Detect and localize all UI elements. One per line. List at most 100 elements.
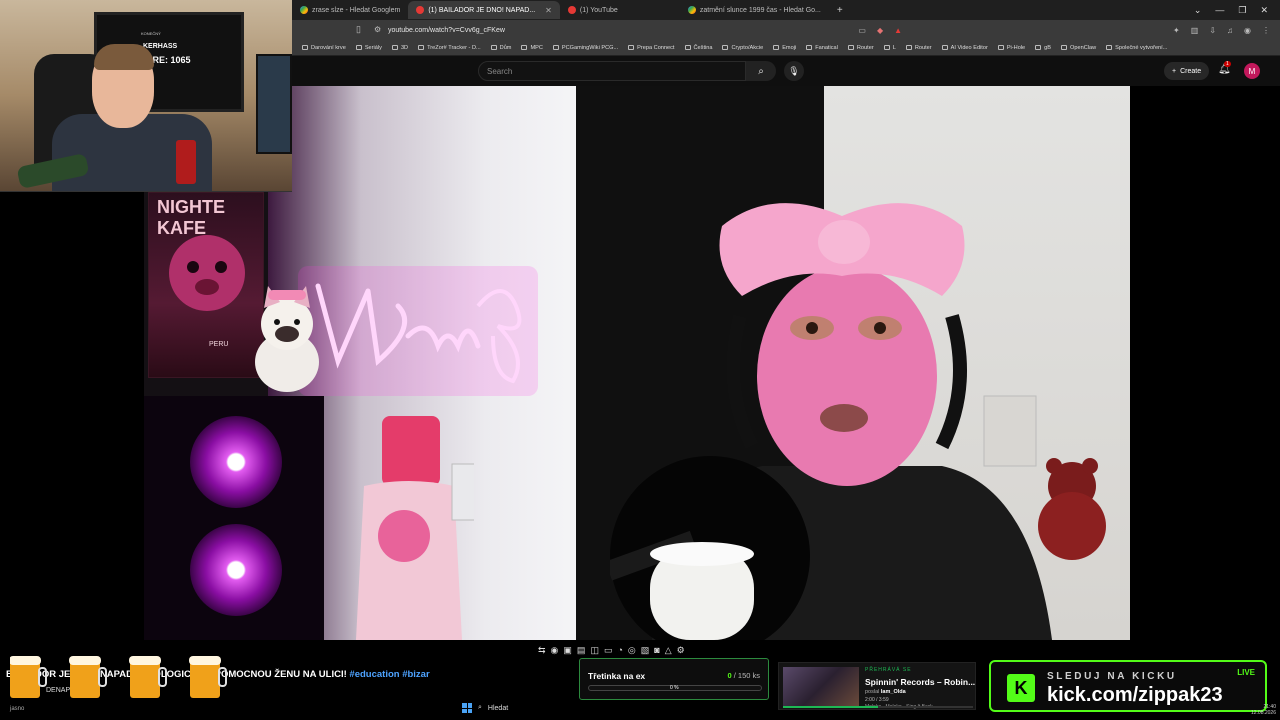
menu-icon[interactable]: ⋮: [1262, 26, 1270, 35]
fan-icon: [190, 524, 282, 616]
site-info-icon[interactable]: ⚙: [374, 25, 381, 34]
bookmark-item[interactable]: PCGamingWiki PCG...: [552, 45, 618, 51]
bookmark-item[interactable]: gB: [1035, 45, 1051, 51]
puzzle-icon[interactable]: ✦: [1173, 26, 1180, 35]
windows-start-icon[interactable]: [462, 703, 472, 713]
window-icon[interactable]: ▭: [604, 645, 613, 656]
maximize-icon[interactable]: ❐: [1238, 5, 1246, 16]
cast-icon[interactable]: ▭: [858, 26, 866, 35]
now-playing-header: PŘEHRÁVÁ SE: [865, 667, 912, 673]
screenshot-icon[interactable]: ▣: [563, 645, 572, 656]
bookmark-item[interactable]: Společné vytvoření...: [1106, 45, 1167, 51]
folder-icon: [883, 45, 890, 50]
bookmark-item[interactable]: Fanatical: [806, 45, 838, 51]
bookmark-item[interactable]: 3D: [391, 45, 408, 51]
goal-current: 0: [727, 671, 732, 680]
browser-tab[interactable]: zatmění slunce 1999 čas - Hledat Go...: [680, 1, 829, 19]
minimize-icon[interactable]: —: [1215, 5, 1224, 15]
clip-icon[interactable]: ▤: [577, 645, 586, 656]
live-badge: LIVE: [1237, 668, 1255, 677]
youtube-header: Search ⌕ 🎙︎ + Create 🔔︎ 1 M: [292, 56, 1280, 86]
browser-tab-active[interactable]: (1) BAILADOR JE DNO! NAPAD... ✕: [408, 1, 560, 19]
google-icon: [300, 6, 308, 14]
bookmark-item[interactable]: Router: [905, 45, 932, 51]
clock-date: 12.08.2026: [1250, 710, 1276, 716]
pc-case: [144, 396, 324, 640]
song-progress: [783, 706, 973, 708]
download-icon[interactable]: ⇩: [1209, 26, 1216, 35]
audio-icon[interactable]: ◉: [551, 645, 559, 656]
url-field[interactable]: youtube.com/watch?v=Cvv6g_cFKew: [388, 27, 505, 34]
image-icon[interactable]: ▧: [641, 645, 650, 656]
profile-icon[interactable]: ◉: [1244, 26, 1251, 35]
folder-icon: [1106, 45, 1113, 50]
song-title: Spinnin' Records – Robin...: [865, 677, 976, 687]
tab-search-icon[interactable]: ⌄: [1194, 5, 1202, 16]
bookmark-label: Emoji: [782, 44, 797, 51]
microphone-icon: [610, 456, 810, 640]
new-tab-icon[interactable]: +: [829, 5, 851, 16]
create-label: Create: [1180, 67, 1202, 75]
kick-cta: SLEDUJ NA KICKU: [1047, 671, 1177, 682]
flask-icon[interactable]: △: [665, 645, 672, 656]
taskbar-search-label[interactable]: Hledat: [488, 705, 508, 712]
facecam: KONEČNÝ KERHASS SKÓRE: 1065: [0, 0, 292, 192]
bookmark-item[interactable]: Pi-Hole: [997, 45, 1025, 51]
browser-tab[interactable]: (1) YouTube: [560, 1, 680, 19]
bookmark-item[interactable]: TreZor# Tracker - D...: [418, 45, 481, 51]
bookmarks-bar: Darování krve Seriály 3D TreZor# Tracker - …: [292, 40, 1280, 56]
bookmark-item[interactable]: Crypto/Akcie: [722, 45, 763, 51]
bookmark-label: Čeština: [693, 44, 713, 51]
settings-icon[interactable]: ⚙: [677, 645, 685, 656]
bookmark-item[interactable]: Dům: [490, 45, 511, 51]
bookmark-label: OpenClaw: [1070, 44, 1097, 51]
crop-icon[interactable]: ◫: [590, 645, 599, 656]
close-window-icon[interactable]: ✕: [1260, 5, 1268, 16]
bookmark-label: Fanatical: [815, 44, 838, 51]
bookmark-item[interactable]: MPC: [521, 45, 543, 51]
bookmark-item[interactable]: OpenClaw: [1061, 45, 1096, 51]
bookmark-item[interactable]: AI Video Editor: [941, 45, 988, 51]
repeat-icon[interactable]: ⇆: [538, 645, 546, 656]
shield-icon[interactable]: ◆: [877, 26, 883, 35]
google-icon: [687, 6, 696, 14]
search-input[interactable]: Search: [478, 61, 746, 81]
extension-icon[interactable]: ▲: [894, 26, 902, 35]
media-icon[interactable]: ♫: [1227, 26, 1233, 35]
sidebar-icon[interactable]: ▥: [1191, 26, 1199, 35]
capture-toolbar: ⇆ ◉ ▣ ▤ ◫ ▭ ◔ ◎ ▧ ◙ △ ⚙: [538, 645, 685, 656]
folder-icon: [684, 45, 691, 50]
bookmark-item[interactable]: Čeština: [684, 44, 713, 51]
bookmark-item[interactable]: Darování krve: [302, 45, 346, 51]
youtube-icon: [567, 6, 576, 14]
bookmark-star-icon[interactable]: ▯: [356, 24, 361, 35]
bookmark-item[interactable]: Prepa Connect: [628, 45, 675, 51]
folder-icon: [302, 45, 308, 50]
mic-icon: 🎙︎: [788, 65, 800, 76]
taskbar: ⌕ Hledat: [462, 700, 662, 716]
bookmark-item[interactable]: L: [883, 45, 896, 51]
folder-icon: [490, 45, 497, 50]
search-icon[interactable]: ⌕: [478, 704, 482, 712]
search-button[interactable]: ⌕: [746, 61, 776, 81]
search-icon: ⌕: [758, 65, 764, 77]
window-controls: ⌄ — ❐ ✕: [1194, 0, 1280, 20]
record-icon[interactable]: ◎: [628, 645, 636, 656]
folder-icon: [628, 45, 635, 50]
avatar[interactable]: M: [1244, 63, 1260, 79]
bookmark-item[interactable]: Emoji: [773, 45, 796, 51]
ticker-fragment: DENAP: [46, 687, 71, 694]
bookmark-item[interactable]: Router: [847, 45, 874, 51]
weather-text: jasno: [10, 706, 25, 712]
mic-button[interactable]: 🎙︎: [784, 61, 804, 81]
browser-tab[interactable]: zrase slze - Hledat Googlem: [292, 1, 408, 19]
tab-close-icon[interactable]: ✕: [545, 6, 552, 15]
create-button[interactable]: + Create: [1164, 62, 1210, 80]
gauge-icon[interactable]: ◔: [617, 645, 622, 656]
notification-badge: 1: [1224, 61, 1231, 67]
notifications-button[interactable]: 🔔︎ 1: [1218, 61, 1231, 75]
goal-count: 0 / 150 ks: [727, 671, 760, 680]
folder-icon: [905, 45, 912, 50]
camera-icon[interactable]: ◙: [654, 645, 659, 656]
bookmark-item[interactable]: Seriály: [355, 45, 382, 51]
